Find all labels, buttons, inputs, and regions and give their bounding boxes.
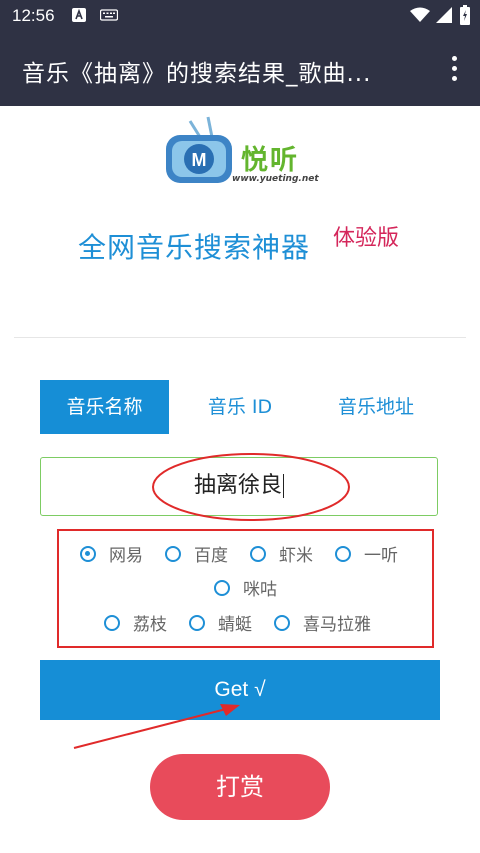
radio-label: 咪咕	[243, 580, 277, 600]
app-bar: 音乐《抽离》的搜索结果_歌曲...	[0, 34, 480, 106]
radio-label: 喜马拉雅	[303, 615, 371, 635]
headline-tag: 体验版	[333, 226, 400, 251]
search-input[interactable]: 抽离徐良	[40, 457, 438, 516]
divider	[14, 337, 466, 338]
svg-text:M: M	[192, 150, 207, 170]
radio-checked-icon	[80, 546, 96, 562]
a-notification-icon	[72, 8, 86, 22]
radio-unchecked-icon	[250, 546, 266, 562]
tab-music-url[interactable]: 音乐地址	[312, 380, 440, 434]
radio-label: 虾米	[279, 546, 313, 566]
radio-unchecked-icon	[335, 546, 351, 562]
keyboard-icon	[100, 9, 118, 21]
more-vert-icon[interactable]	[450, 56, 458, 84]
headline-title: 全网音乐搜索神器	[78, 231, 311, 264]
status-bar: 12:56	[0, 0, 480, 34]
radio-unchecked-icon	[214, 580, 230, 596]
radio-label: 蜻蜓	[218, 615, 252, 635]
search-input-value: 抽离徐良	[193, 473, 282, 498]
radio-label: 一听	[364, 546, 398, 566]
radio-label: 百度	[194, 546, 228, 566]
get-button[interactable]: Get √	[40, 660, 440, 720]
signal-icon	[436, 7, 452, 23]
logo-url: www.yueting.net	[232, 174, 319, 184]
radio-label: 荔枝	[133, 615, 167, 635]
wifi-icon	[410, 7, 430, 22]
battery-icon	[460, 5, 470, 25]
radio-unchecked-icon	[189, 615, 205, 631]
radio-unchecked-icon	[165, 546, 181, 562]
radio-unchecked-icon	[274, 615, 290, 631]
page-title: 音乐《抽离》的搜索结果_歌曲...	[22, 61, 372, 87]
radio-unchecked-icon	[104, 615, 120, 631]
logo-text: 悦听	[241, 145, 299, 176]
status-time: 12:56	[12, 6, 55, 25]
tab-music-id[interactable]: 音乐 ID	[176, 380, 304, 434]
tab-music-name[interactable]: 音乐名称	[40, 380, 169, 434]
tip-button[interactable]: 打赏	[150, 754, 330, 820]
text-caret	[283, 474, 284, 498]
radio-label: 网易	[109, 546, 143, 566]
